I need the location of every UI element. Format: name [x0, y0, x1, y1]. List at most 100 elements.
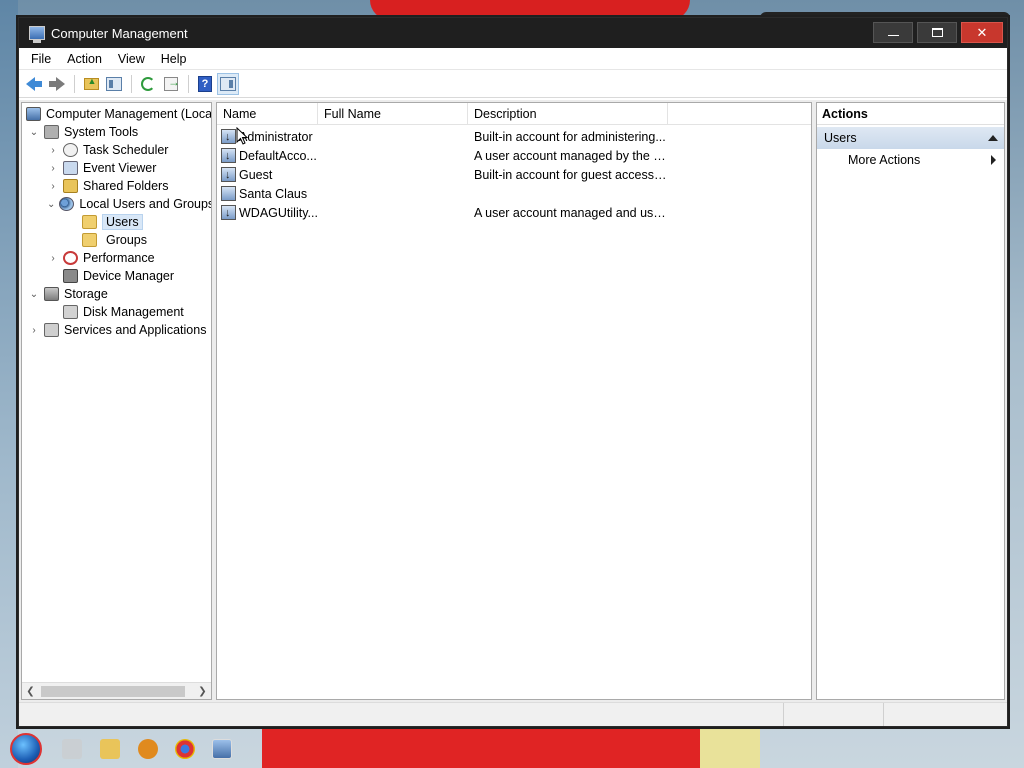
toolbar-separator — [131, 74, 132, 93]
tree-item-label: Services and Applications — [64, 323, 207, 337]
tree-item-services-and-applications[interactable]: › Services and Applications — [22, 321, 211, 339]
help-icon: ? — [198, 75, 212, 92]
computer-management-window: Computer Management ✕ File Action View H… — [18, 17, 1008, 727]
scroll-right-icon[interactable]: ❯ — [194, 686, 211, 697]
performance-icon — [63, 251, 78, 265]
more-actions-label: More Actions — [848, 153, 921, 167]
list-header: Name Full Name Description — [217, 103, 811, 125]
users-group-icon — [59, 197, 75, 211]
tree-item-performance[interactable]: › Performance — [22, 249, 211, 267]
menu-action[interactable]: Action — [59, 48, 110, 70]
list-item-user[interactable]: Guest Built-in account for guest access … — [217, 165, 811, 184]
up-folder-icon — [83, 76, 99, 90]
chevron-down-icon[interactable]: ⌄ — [28, 127, 40, 138]
up-one-level-button[interactable] — [80, 73, 102, 95]
refresh-button[interactable] — [137, 73, 159, 95]
tree-item-label: Users — [102, 214, 143, 230]
user-description: Built-in account for administering... — [474, 129, 666, 144]
back-arrow-icon — [26, 76, 35, 91]
export-list-icon — [164, 75, 180, 91]
disk-icon — [63, 305, 78, 319]
chevron-right-icon[interactable]: › — [47, 253, 59, 264]
console-tree-icon — [106, 76, 122, 91]
tree-item-groups[interactable]: Groups — [22, 231, 211, 249]
submenu-arrow-icon — [991, 155, 996, 165]
scroll-left-icon[interactable]: ❮ — [22, 686, 39, 697]
task-view-icon[interactable] — [62, 739, 82, 759]
chevron-right-icon[interactable]: › — [47, 163, 59, 174]
list-item-user[interactable]: DefaultAcco... A user account managed by… — [217, 146, 811, 165]
user-name: WDAGUtility... — [239, 205, 318, 220]
tree-item-system-tools[interactable]: ⌄ System Tools — [22, 123, 211, 141]
back-arrow-icon-body — [35, 80, 42, 87]
chevron-right-icon[interactable]: › — [47, 145, 59, 156]
tools-icon — [44, 125, 59, 139]
disabled-user-icon — [221, 148, 236, 163]
users-list: Name Full Name Description Administrator… — [216, 102, 812, 700]
menu-help[interactable]: Help — [153, 48, 195, 70]
collapse-icon[interactable] — [988, 135, 998, 141]
column-header-name[interactable]: Name — [217, 103, 318, 124]
menu-file[interactable]: File — [23, 48, 59, 70]
column-header-full-name[interactable]: Full Name — [318, 103, 468, 124]
tree-item-storage[interactable]: ⌄ Storage — [22, 285, 211, 303]
list-item-user[interactable]: Santa Claus — [217, 184, 811, 203]
tree-item-users[interactable]: Users — [22, 213, 211, 231]
disabled-user-icon — [221, 167, 236, 182]
computer-management-icon — [29, 26, 45, 43]
event-viewer-icon — [63, 161, 78, 175]
chevron-right-icon[interactable]: › — [28, 325, 40, 336]
tree-item-label: Disk Management — [83, 305, 184, 319]
tree-item-disk-management[interactable]: Disk Management — [22, 303, 211, 321]
chevron-down-icon[interactable]: ⌄ — [47, 199, 55, 210]
show-hide-action-pane-button[interactable] — [217, 72, 239, 95]
export-list-button[interactable] — [160, 73, 182, 95]
toolbar: ? — [19, 70, 1007, 98]
maximize-icon — [931, 28, 943, 37]
back-button[interactable] — [23, 73, 45, 95]
status-segment — [19, 703, 784, 726]
status-segment — [884, 703, 1007, 726]
services-icon — [44, 323, 59, 337]
minimize-button[interactable] — [873, 22, 913, 43]
column-header-description[interactable]: Description — [468, 103, 668, 124]
help-button[interactable]: ? — [194, 73, 216, 95]
title-bar[interactable]: Computer Management ✕ — [19, 18, 1007, 48]
tree-item-local-users-and-groups[interactable]: ⌄ Local Users and Groups — [22, 195, 211, 213]
tree-item-label: Computer Management (Local) — [46, 107, 212, 121]
menu-view[interactable]: View — [110, 48, 153, 70]
tree-item-task-scheduler[interactable]: › Task Scheduler — [22, 141, 211, 159]
start-button[interactable] — [10, 733, 42, 765]
actions-section-label: Users — [824, 131, 857, 145]
chrome-icon[interactable] — [175, 739, 195, 759]
file-explorer-icon[interactable] — [100, 739, 120, 759]
forward-button[interactable] — [46, 73, 68, 95]
tree-item-computer-management[interactable]: Computer Management (Local) — [22, 105, 211, 123]
console-tree: Computer Management (Local) ⌄ System Too… — [21, 102, 212, 700]
actions-section-users[interactable]: Users — [817, 127, 1004, 149]
search-icon[interactable] — [138, 739, 158, 759]
computer-management-taskbar-icon[interactable] — [212, 739, 232, 759]
tree-item-label: Groups — [106, 233, 147, 247]
list-item-user[interactable]: WDAGUtility... A user account managed an… — [217, 203, 811, 222]
chevron-down-icon[interactable]: ⌄ — [28, 289, 40, 300]
user-description: A user account managed and use... — [474, 205, 668, 220]
tree-item-device-manager[interactable]: Device Manager — [22, 267, 211, 285]
actions-pane: Actions Users More Actions — [816, 102, 1005, 700]
tree-item-label: Event Viewer — [83, 161, 157, 175]
close-button[interactable]: ✕ — [961, 22, 1003, 43]
tree-item-shared-folders[interactable]: › Shared Folders — [22, 177, 211, 195]
list-item-user[interactable]: Administrator Built-in account for admin… — [217, 127, 811, 146]
more-actions-item[interactable]: More Actions — [817, 149, 1004, 171]
horizontal-scrollbar[interactable]: ❮ ❯ — [22, 682, 211, 699]
tree-item-label: Task Scheduler — [83, 143, 169, 157]
scrollbar-thumb[interactable] — [41, 685, 185, 697]
show-hide-console-tree-button[interactable] — [103, 73, 125, 95]
maximize-button[interactable] — [917, 22, 957, 43]
user-description: Built-in account for guest access t... — [474, 167, 668, 182]
minimize-icon — [887, 35, 899, 36]
chevron-right-icon[interactable]: › — [47, 181, 59, 192]
tree-item-event-viewer[interactable]: › Event Viewer — [22, 159, 211, 177]
mouse-cursor-icon — [236, 127, 248, 145]
folder-icon — [82, 215, 97, 229]
